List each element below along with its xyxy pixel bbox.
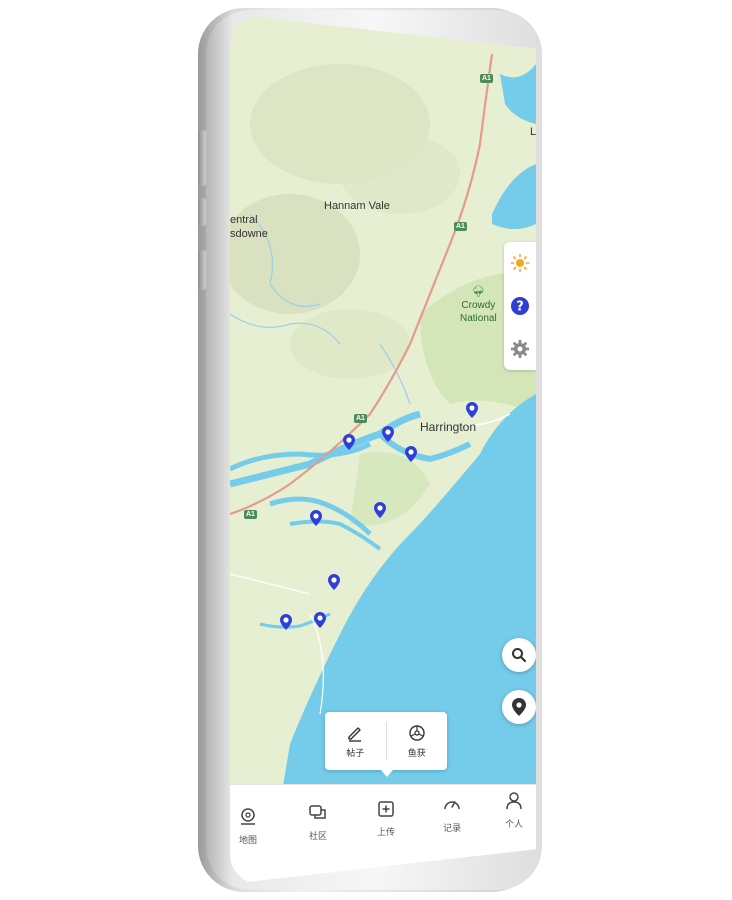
- person-icon: [506, 792, 522, 810]
- road-shield-a1: A1: [480, 74, 493, 83]
- chat-icon: [309, 805, 326, 819]
- spot-pin-icon[interactable]: [374, 502, 386, 518]
- phone-screen: Hannam Vale entral sdowne L 🌳︎ Crowdy Na…: [230, 14, 536, 884]
- help-button[interactable]: ?: [509, 295, 531, 317]
- map-label-crowdy-national: 🌳︎ Crowdy National: [460, 286, 497, 325]
- tab-community-label: 社区: [308, 832, 327, 842]
- locate-button[interactable]: [502, 690, 536, 724]
- tab-map[interactable]: 地图: [238, 807, 258, 846]
- spot-pin-icon[interactable]: [328, 574, 340, 590]
- post-option-label: 帖子: [346, 748, 365, 759]
- tab-upload-label: 上传: [376, 828, 395, 838]
- tab-profile[interactable]: 个人: [504, 791, 524, 830]
- tab-records-label: 记录: [442, 824, 461, 834]
- spot-pin-icon[interactable]: [343, 434, 355, 450]
- spot-pin-icon[interactable]: [382, 426, 394, 442]
- side-button: [198, 250, 206, 290]
- map-label-crowdy: Crowdy: [461, 300, 496, 311]
- search-icon: [512, 648, 527, 663]
- catch-option[interactable]: 鱼获: [387, 712, 448, 770]
- weather-button[interactable]: [509, 252, 531, 274]
- spot-pin-icon[interactable]: [280, 614, 292, 630]
- post-option[interactable]: 帖子: [325, 712, 386, 770]
- map-label-harrington: Harrington: [420, 420, 477, 434]
- fishing-reel-icon: [409, 724, 425, 741]
- location-pin-icon: [512, 698, 526, 716]
- map-label-central: entral: [230, 214, 258, 226]
- spot-pin-icon[interactable]: [466, 402, 478, 418]
- tab-upload[interactable]: 上传: [376, 799, 396, 838]
- volume-down-button: [198, 198, 206, 226]
- settings-icon: [511, 339, 529, 358]
- tab-profile-label: 个人: [504, 820, 523, 830]
- spot-pin-icon[interactable]: [405, 446, 417, 462]
- tree-icon: 🌳︎: [471, 286, 486, 298]
- settings-button[interactable]: [509, 338, 531, 360]
- tab-community[interactable]: 社区: [308, 803, 328, 842]
- catch-option-label: 鱼获: [407, 748, 426, 759]
- spot-pin-icon[interactable]: [314, 612, 326, 628]
- map-label-edge: L: [530, 126, 536, 138]
- gauge-icon: [444, 801, 460, 810]
- road-shield-a1: A1: [354, 414, 367, 423]
- map-side-panel: ?: [504, 242, 536, 370]
- pencil-icon: [348, 726, 362, 742]
- map-canvas[interactable]: [230, 14, 536, 804]
- svg-text:?: ?: [516, 299, 524, 314]
- map-label-hannam-vale: Hannam Vale: [324, 200, 390, 212]
- map-label-national: National: [460, 313, 497, 324]
- volume-up-button: [198, 130, 206, 186]
- road-shield-a1: A1: [244, 510, 257, 519]
- road-shield-a1: A1: [454, 222, 467, 231]
- map-search-button[interactable]: [502, 638, 536, 672]
- tab-map-label: 地图: [238, 836, 257, 846]
- add-square-icon: [378, 801, 394, 817]
- upload-popup: 帖子 鱼获: [325, 712, 448, 777]
- tab-records[interactable]: 记录: [442, 795, 462, 834]
- map-label-lansdowne: sdowne: [230, 228, 268, 240]
- sun-icon: [510, 254, 530, 273]
- spot-pin-icon[interactable]: [310, 510, 322, 526]
- help-icon: ?: [511, 296, 529, 315]
- map-tab-icon: [241, 808, 255, 825]
